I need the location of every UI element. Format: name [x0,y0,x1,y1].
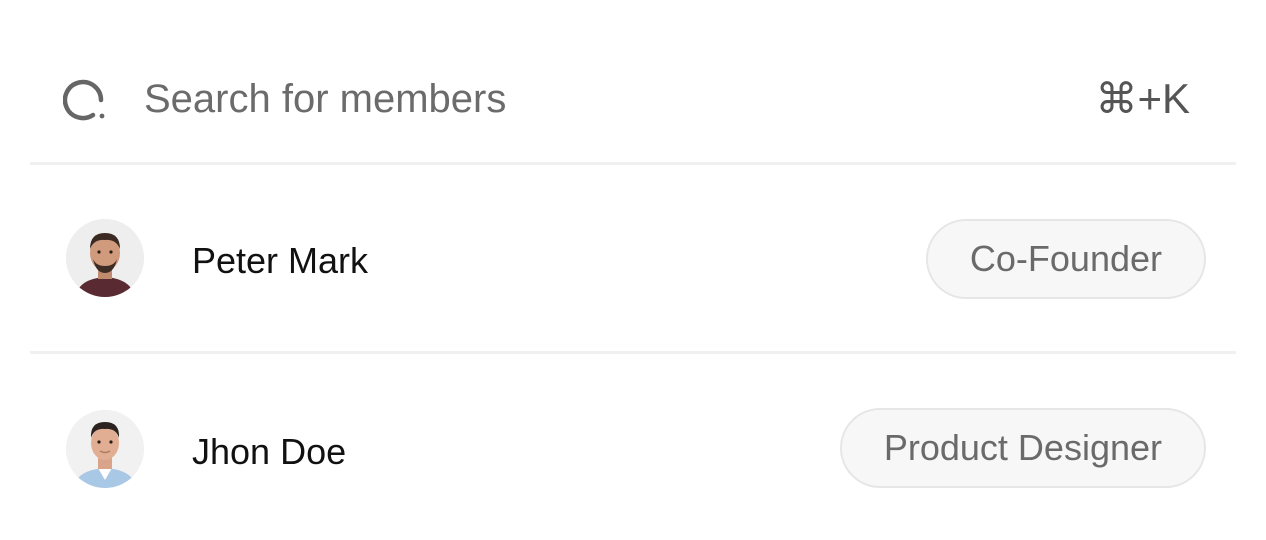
avatar-peter-mark [66,219,144,297]
member-name: Peter Mark [192,240,369,281]
role-badge: Product Designer [839,408,1206,488]
role-badge: Co-Founder [925,219,1206,299]
member-row-peter-mark[interactable]: Peter Mark Co-Founder [30,166,1236,354]
divider [30,162,1236,165]
member-name: Jhon Doe [192,431,347,472]
member-row-jhon-doe[interactable]: Jhon Doe Product Designer [30,355,1236,540]
search-bar[interactable]: ⌘+K [30,34,1236,164]
keyboard-shortcut-hint: ⌘+K [1095,75,1190,122]
member-search-panel: ⌘+K Peter Mark Co-Founder [0,0,1266,540]
search-input[interactable] [144,70,904,128]
divider [30,351,1236,354]
search-icon [62,76,111,124]
avatar-jhon-doe [66,410,144,488]
